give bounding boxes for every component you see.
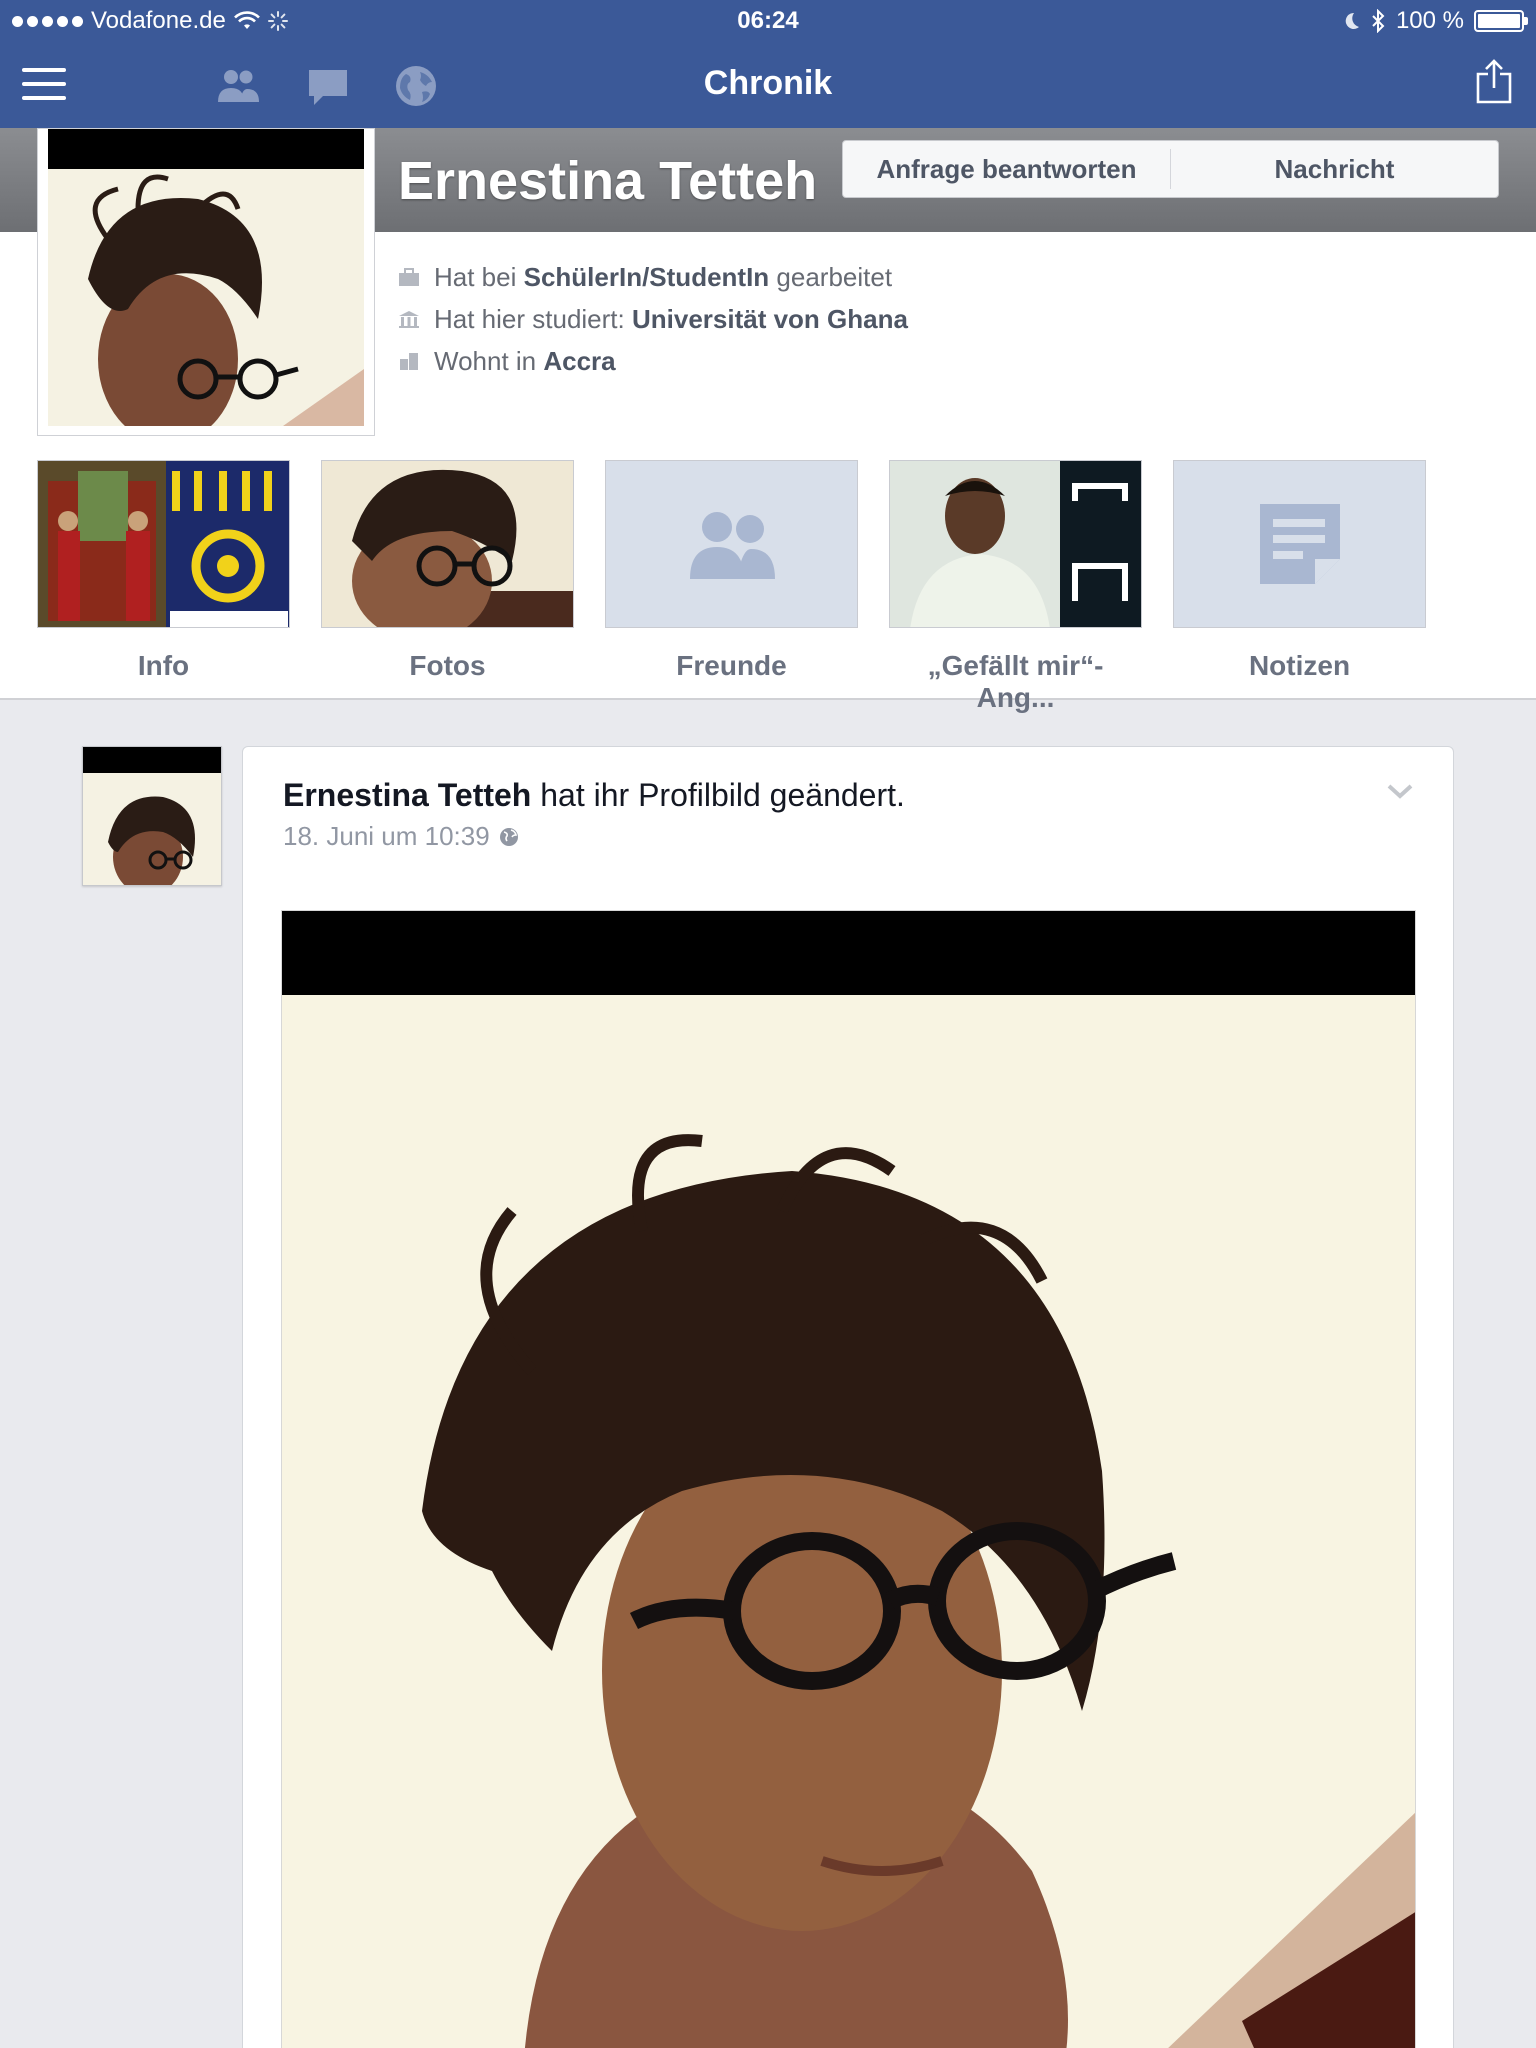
page-title: Chronik xyxy=(703,64,833,102)
status-bar: Vodafone.de 06:24 100 % xyxy=(0,0,1536,40)
battery-percent: 100 % xyxy=(1395,7,1464,34)
info-work[interactable]: Hat bei SchülerIn/StudentIn gearbeitet xyxy=(398,256,908,298)
battery-fill xyxy=(1478,14,1520,28)
tile-likes[interactable] xyxy=(889,460,1142,628)
post-photo[interactable] xyxy=(281,910,1416,2048)
chevron-down-icon[interactable] xyxy=(1385,779,1415,803)
post-author-name[interactable]: Ernestina Tetteh xyxy=(283,777,531,813)
post-author-avatar[interactable] xyxy=(82,746,222,886)
tile-notes-label: Notizen xyxy=(1248,650,1351,681)
status-right: 100 % xyxy=(1342,7,1528,35)
tile-info[interactable] xyxy=(37,460,290,628)
info-work-text: Hat bei SchülerIn/StudentIn gearbeitet xyxy=(434,261,893,292)
work-icon xyxy=(399,268,419,286)
top-bar: Vodafone.de 06:24 100 % Chronik xyxy=(0,0,1536,128)
battery-icon xyxy=(1474,10,1528,32)
tile-friends[interactable] xyxy=(605,460,858,628)
tile-friends-label: Freunde xyxy=(676,650,787,681)
profile-action-buttons: Anfrage beantworten Nachricht xyxy=(842,140,1499,198)
tile-photos[interactable] xyxy=(321,460,574,628)
photos-preview-image xyxy=(322,461,573,627)
share-icon[interactable] xyxy=(1474,58,1514,106)
portrait-photo xyxy=(48,169,364,426)
tile-notes[interactable] xyxy=(1173,460,1426,628)
tile-info-label: Info xyxy=(137,650,190,681)
navigation-bar: Chronik xyxy=(0,40,1536,128)
post-meta: 18. Juni um 10:39 xyxy=(283,821,520,852)
university-crest-image xyxy=(38,461,289,627)
respond-to-request-button[interactable]: Anfrage beantworten xyxy=(843,141,1170,197)
friends-icon xyxy=(689,512,775,579)
profile-photo xyxy=(48,129,364,426)
timeline-post: Ernestina Tetteh hat ihr Profilbild geän… xyxy=(242,746,1454,2048)
info-residence-text: Wohnt in Accra xyxy=(434,345,616,376)
tile-likes-label: „Gefällt mir“-Ang... xyxy=(927,650,1104,713)
info-residence[interactable]: Wohnt in Accra xyxy=(398,340,908,382)
profile-picture[interactable] xyxy=(37,128,375,436)
home-icon xyxy=(400,353,418,370)
do-not-disturb-moon-icon xyxy=(1345,12,1359,29)
education-icon xyxy=(399,311,419,328)
profile-picture-photo xyxy=(282,995,1415,2048)
notes-icon xyxy=(1259,504,1340,584)
message-button[interactable]: Nachricht xyxy=(1171,141,1498,197)
likes-preview-image xyxy=(890,461,1141,627)
profile-name: Ernestina Tetteh xyxy=(398,151,818,211)
post-headline: Ernestina Tetteh hat ihr Profilbild geän… xyxy=(283,777,905,814)
globe-icon xyxy=(499,827,518,846)
clock: 06:24 xyxy=(737,7,799,34)
tile-photos-label: Fotos xyxy=(409,650,486,681)
info-education-text: Hat hier studiert: Universität von Ghana xyxy=(434,303,908,334)
post-timestamp[interactable]: 18. Juni um 10:39 xyxy=(283,821,490,852)
profile-info-list: Hat bei SchülerIn/StudentIn gearbeitet H… xyxy=(398,256,908,382)
info-education[interactable]: Hat hier studiert: Universität von Ghana xyxy=(398,298,908,340)
bluetooth-icon xyxy=(1372,9,1385,33)
post-action-text: hat ihr Profilbild geändert. xyxy=(531,777,905,813)
